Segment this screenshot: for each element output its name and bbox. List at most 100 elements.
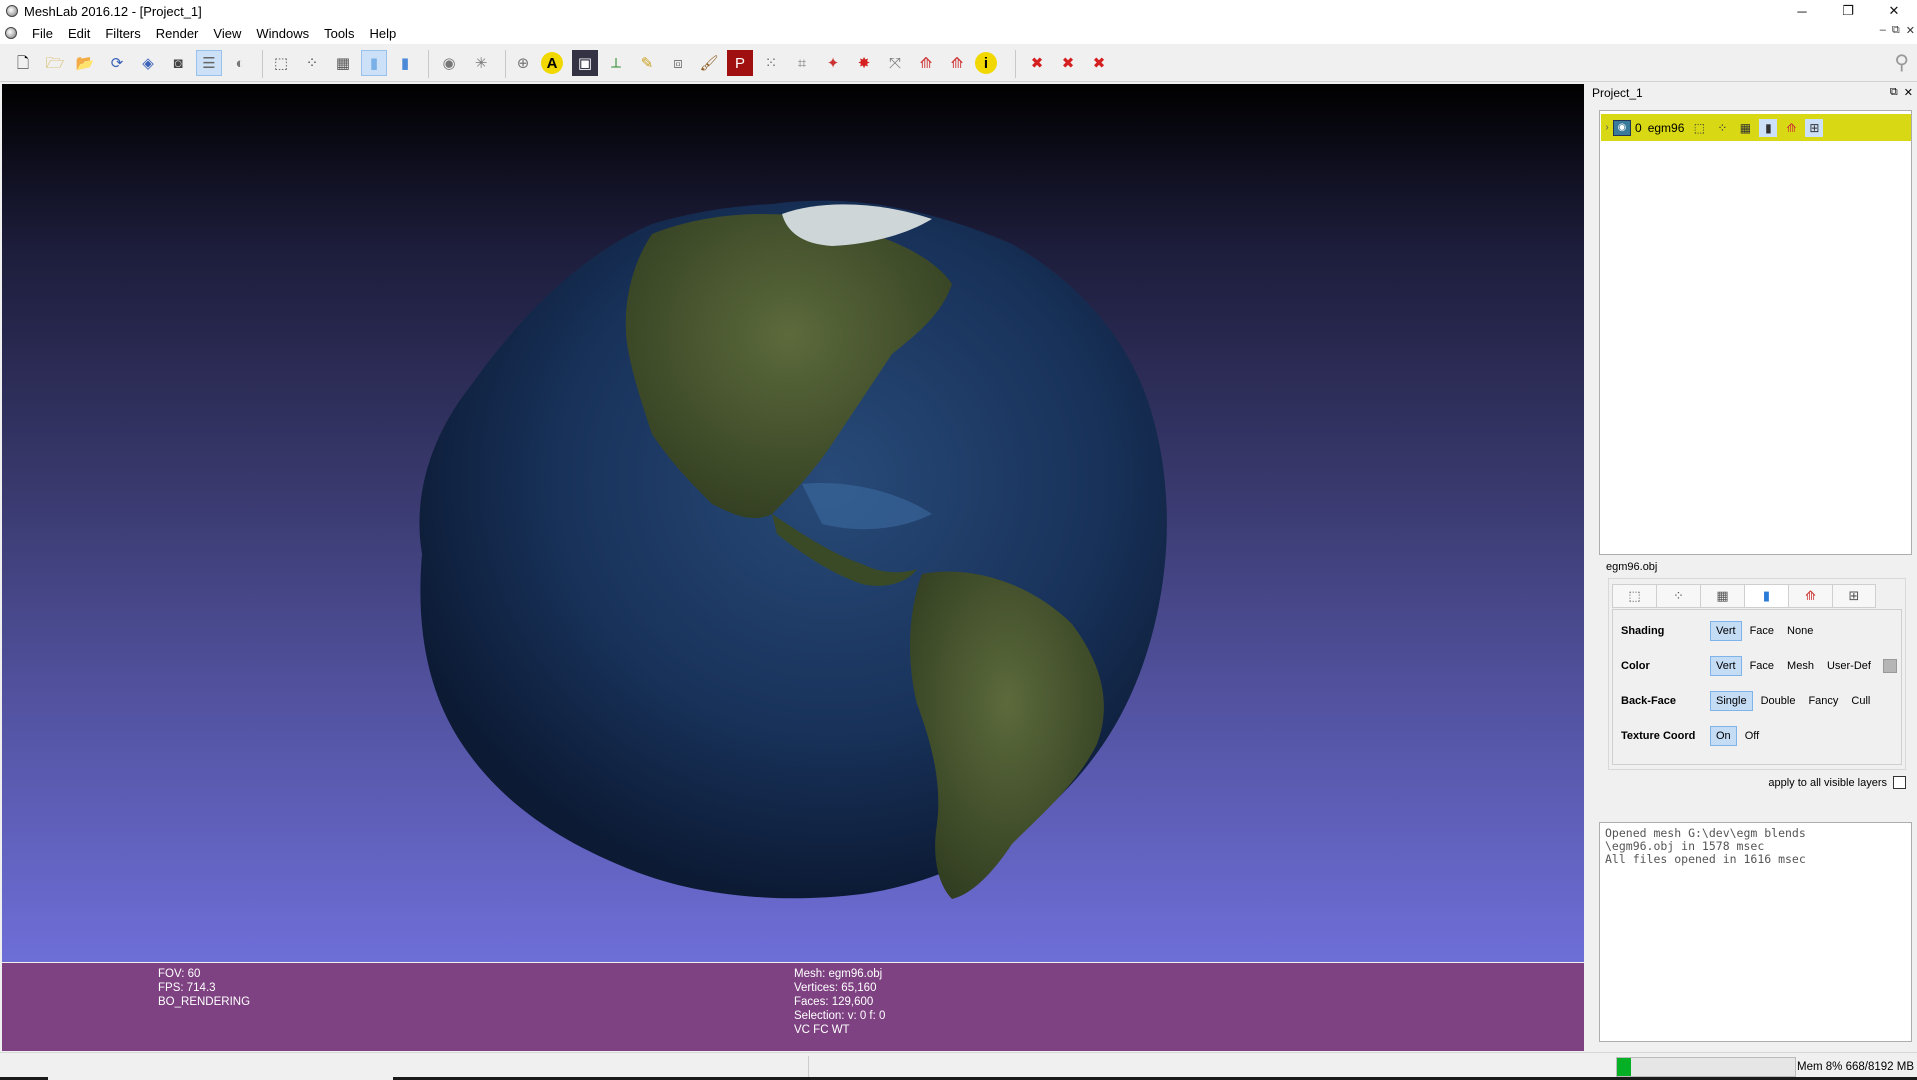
mdi-close-button[interactable]: ✕ (1906, 24, 1915, 37)
menu-view[interactable]: View (207, 26, 250, 41)
color-vert-option[interactable]: Vert (1710, 656, 1742, 676)
shading-vert-option[interactable]: Vert (1710, 621, 1742, 641)
layer-shading-icon[interactable]: ▮ (1759, 118, 1778, 137)
delete-icon[interactable]: ✖ (1024, 50, 1050, 76)
log-window[interactable]: Opened mesh G:\dev\egm blends \egm96.obj … (1599, 822, 1912, 1042)
menu-tools[interactable]: Tools (318, 26, 363, 41)
3d-viewport[interactable] (2, 84, 1584, 962)
camera-icon[interactable]: ▣ (572, 50, 598, 76)
user-color-swatch[interactable] (1882, 659, 1897, 673)
select-vertex-icon[interactable]: ⁙ (758, 50, 784, 76)
open-project-icon[interactable]: 🗁 (42, 50, 68, 76)
smooth-shading-icon[interactable]: ▮ (392, 50, 418, 76)
tab-wireframe-icon[interactable]: ▦ (1700, 584, 1744, 608)
tab-bbox-icon[interactable]: ⬚ (1612, 584, 1656, 608)
tab-points-icon[interactable]: ⁘ (1656, 584, 1700, 608)
texcoord-on-option[interactable]: On (1710, 726, 1737, 746)
memory-usage-bar (1616, 1057, 1796, 1077)
georef-icon[interactable]: ✸ (851, 50, 877, 76)
snapshot-icon[interactable]: ◙ (165, 50, 191, 76)
pick-point-icon[interactable]: ✎ (634, 50, 660, 76)
delete-vertices-icon[interactable]: ✖ (1086, 50, 1112, 76)
flat-shading-icon[interactable]: ▮ (361, 50, 387, 76)
layer-dialog-icon[interactable]: ☰ (196, 50, 222, 76)
backface-double-option[interactable]: Double (1756, 692, 1801, 710)
texture-paint-icon[interactable]: P (727, 50, 753, 76)
menu-filters[interactable]: Filters (99, 26, 149, 41)
select-connected-icon[interactable]: ⤧ (882, 50, 908, 76)
backface-row: Back-Face Single Double Fancy Cull (1621, 690, 1878, 712)
align-icon[interactable]: ⧈ (665, 50, 691, 76)
save-icon[interactable]: ◈ (135, 50, 161, 76)
measure-icon[interactable]: ⟂ (603, 50, 629, 76)
color-userdef-option[interactable]: User-Def (1822, 657, 1876, 675)
tab-fill-icon[interactable]: ▮ (1744, 584, 1788, 608)
layer-visibility-icon[interactable]: ◉ (1613, 119, 1631, 136)
mutual-info-icon[interactable]: ⟰ (944, 50, 970, 76)
meshlab-app-icon[interactable] (6, 5, 18, 17)
menu-edit[interactable]: Edit (62, 26, 99, 41)
search-icon[interactable]: ⚲ (1894, 50, 1909, 75)
color-icon[interactable]: ✦ (820, 50, 846, 76)
dock-float-button[interactable]: ⧉ (1890, 86, 1898, 99)
menu-file[interactable]: File (26, 26, 62, 41)
manipulator-icon[interactable]: ⊕ (510, 50, 536, 76)
layer-name[interactable]: egm96 (1648, 121, 1685, 135)
raster-icon[interactable]: ◐ (227, 50, 253, 76)
quality-icon[interactable]: ⟰ (913, 50, 939, 76)
texcoord-row: Texture Coord On Off (1621, 725, 1767, 747)
layer-bbox-icon[interactable]: ⬚ (1690, 119, 1708, 137)
texcoord-off-option[interactable]: Off (1740, 727, 1764, 745)
layer-wireframe-icon[interactable]: ▦ (1736, 119, 1754, 137)
bbox-icon[interactable]: ⬚ (268, 50, 294, 76)
color-mesh-option[interactable]: Mesh (1782, 657, 1819, 675)
points-icon[interactable]: ⁘ (299, 50, 325, 76)
info-icon[interactable]: i (975, 52, 997, 74)
expand-arrow-icon[interactable]: › (1601, 122, 1613, 133)
toolbar-separator (505, 50, 506, 78)
restore-button[interactable]: ❐ (1825, 0, 1871, 22)
layer-points-icon[interactable]: ⁘ (1713, 119, 1731, 137)
mdi-restore-button[interactable]: ⧉ (1892, 24, 1900, 37)
layer-row-egm96[interactable]: › ◉ 0 egm96 ⬚ ⁘ ▦ ▮ ⟰ ⊞ (1601, 114, 1911, 141)
menu-help[interactable]: Help (363, 26, 405, 41)
shading-face-option[interactable]: Face (1745, 622, 1779, 640)
dock-controls: ⧉ ✕ (1890, 86, 1913, 99)
main-toolbar: 🗋 🗁 📂 ⟳ ◈ ◙ ☰ ◐ ⬚ ⁘ ▦ ▮ ▮ ◉ ✳ ⊕ A ▣ ⟂ ✎ … (0, 44, 1917, 82)
fancy-lighting-icon[interactable]: ✳ (468, 50, 494, 76)
annotation-icon[interactable]: A (541, 52, 563, 74)
mdi-minimize-button[interactable]: – (1880, 24, 1886, 37)
tab-texture-icon[interactable]: ⟰ (1788, 584, 1832, 608)
menu-windows[interactable]: Windows (250, 26, 318, 41)
paint-icon[interactable]: 🖌 (696, 50, 722, 76)
backface-cull-option[interactable]: Cull (1846, 692, 1875, 710)
vertices-text: Vertices: 65,160 (794, 982, 877, 994)
mdi-window-icon[interactable] (5, 27, 17, 39)
tab-grid-icon[interactable]: ⊞ (1832, 584, 1876, 608)
layer-texture-icon[interactable]: ⊞ (1805, 118, 1824, 137)
menu-render[interactable]: Render (150, 26, 208, 41)
layer-color-icon[interactable]: ⟰ (1782, 119, 1800, 137)
faces-text: Faces: 129,600 (794, 996, 874, 1008)
new-project-icon[interactable]: 🗋 (10, 50, 36, 76)
shading-none-option[interactable]: None (1782, 622, 1818, 640)
select-face-icon[interactable]: ⌗ (789, 50, 815, 76)
backface-single-option[interactable]: Single (1710, 691, 1753, 711)
close-button[interactable]: ✕ (1871, 0, 1917, 22)
dock-close-button[interactable]: ✕ (1904, 86, 1913, 99)
log-line: All files opened in 1616 msec (1605, 852, 1806, 866)
import-mesh-icon[interactable]: 📂 (72, 50, 98, 76)
backface-fancy-option[interactable]: Fancy (1803, 692, 1843, 710)
apply-all-checkbox[interactable] (1893, 776, 1906, 789)
layer-tree[interactable]: › ◉ 0 egm96 ⬚ ⁘ ▦ ▮ ⟰ ⊞ (1599, 110, 1912, 555)
color-face-option[interactable]: Face (1745, 657, 1779, 675)
mesh-file-label: egm96.obj (1606, 561, 1658, 573)
lighting-icon[interactable]: ◉ (436, 50, 462, 76)
delete-faces-icon[interactable]: ✖ (1055, 50, 1081, 76)
reload-icon[interactable]: ⟳ (104, 50, 130, 76)
wireframe-icon[interactable]: ▦ (330, 50, 356, 76)
apply-all-row: apply to all visible layers (1608, 776, 1906, 789)
minimize-button[interactable]: ─ (1779, 0, 1825, 22)
window-controls: ─ ❐ ✕ (1779, 0, 1917, 22)
globe-mesh-render[interactable] (2, 84, 1584, 962)
